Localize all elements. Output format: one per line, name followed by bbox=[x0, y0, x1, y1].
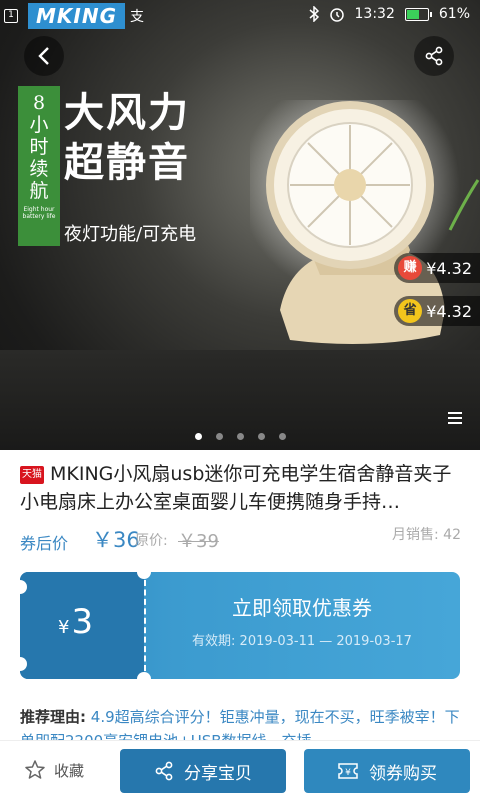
battery-level-fill bbox=[406, 9, 420, 19]
product-image-carousel[interactable]: 1 支 MKING 13:32 61% 8小时续航 Eight hour bat… bbox=[0, 0, 480, 450]
notification-sim-icon: 1 bbox=[4, 9, 18, 23]
battery-life-text: 8小时续航 bbox=[29, 92, 49, 202]
tmall-badge: 天猫 bbox=[20, 466, 44, 484]
coupon-ticket-icon: ¥ bbox=[338, 763, 358, 779]
battery-life-band: 8小时续航 Eight hour battery life bbox=[18, 86, 60, 246]
star-icon bbox=[25, 760, 45, 779]
carousel-dot[interactable] bbox=[236, 433, 244, 440]
save-badge: 省 bbox=[398, 299, 423, 323]
product-title-text: MKING小风扇usb迷你可充电学生宿舍静音夹子小电扇床上办公室桌面婴儿车便携随… bbox=[20, 463, 452, 513]
bottom-action-bar: 收藏 分享宝贝 ¥ 领券购买 bbox=[0, 740, 480, 800]
battery-percent: 61% bbox=[438, 6, 470, 22]
share-icon bbox=[425, 46, 443, 66]
share-button[interactable] bbox=[414, 36, 454, 76]
product-title: 天猫 MKING小风扇usb迷你可充电学生宿舍静音夹子小电扇床上办公室桌面婴儿车便… bbox=[20, 460, 465, 516]
buy-with-coupon-label: 领券购买 bbox=[369, 763, 437, 784]
recommend-reason-label: 推荐理由: bbox=[20, 708, 86, 726]
share-icon bbox=[155, 761, 173, 781]
earn-badge: 赚 bbox=[398, 256, 423, 280]
carousel-dot[interactable] bbox=[257, 433, 265, 440]
poster-headline-line2: 超静音 bbox=[64, 139, 190, 186]
share-product-label: 分享宝贝 bbox=[184, 763, 252, 784]
coupon-amount-panel: ¥3 bbox=[20, 572, 144, 679]
monthly-sales: 月销售: 42 bbox=[392, 527, 461, 543]
chevron-left-icon bbox=[38, 47, 49, 65]
coupon-price: ￥36 bbox=[92, 528, 140, 552]
battery-life-english: Eight hour battery life bbox=[22, 206, 56, 220]
poster-headline-line1: 大风力 bbox=[64, 89, 190, 136]
share-product-button[interactable]: 分享宝贝 bbox=[120, 749, 286, 793]
coupon-card[interactable]: ¥3 立即领取优惠券 有效期: 2019-03-11 — 2019-03-17 bbox=[20, 572, 460, 679]
alarm-icon bbox=[329, 8, 344, 22]
coupon-amount: ¥3 bbox=[58, 602, 93, 642]
carousel-dot[interactable] bbox=[215, 433, 223, 440]
commission-tag[interactable]: 赚 ¥4.32 bbox=[394, 253, 480, 283]
original-price-label: 原价: bbox=[135, 533, 168, 549]
battery-icon bbox=[404, 7, 432, 21]
back-button[interactable] bbox=[24, 36, 64, 76]
earn-amount: ¥4.32 bbox=[426, 258, 472, 278]
carousel-dot[interactable] bbox=[194, 433, 202, 440]
savings-tag[interactable]: 省 ¥4.32 bbox=[394, 296, 480, 326]
recommend-reason-text: 4.9超高综合评分！钜惠冲量，现在不买，旺季被宰！下单即配2200毫安锂电池+U… bbox=[20, 708, 460, 741]
status-system-icons: 13:32 61% bbox=[309, 6, 470, 22]
coupon-amount-value: 3 bbox=[71, 602, 94, 642]
coupon-notch bbox=[137, 672, 151, 679]
poster-subtitle: 夜灯功能/可充电 bbox=[64, 224, 197, 245]
svg-text:¥: ¥ bbox=[345, 768, 351, 778]
fan-product-image bbox=[250, 100, 480, 344]
bluetooth-icon bbox=[309, 6, 319, 22]
brand-overlay-badge: MKING bbox=[28, 3, 125, 29]
menu-icon[interactable] bbox=[448, 412, 462, 426]
favorite-button[interactable]: 收藏 bbox=[24, 759, 84, 781]
coupon-validity: 有效期: 2019-03-11 — 2019-03-17 bbox=[192, 634, 412, 649]
claim-coupon-button[interactable]: 立即领取优惠券 bbox=[144, 592, 460, 621]
coupon-currency: ¥ bbox=[58, 617, 70, 638]
buy-with-coupon-button[interactable]: ¥ 领券购买 bbox=[304, 749, 470, 793]
alipay-notification-icon: 支 bbox=[130, 9, 144, 25]
recommend-reason: 推荐理由: 4.9超高综合评分！钜惠冲量，现在不买，旺季被宰！下单即配2200毫… bbox=[20, 705, 460, 741]
poster-headline: 大风力 超静音 bbox=[64, 88, 190, 188]
price-row: 券后价 ￥36 原价: ￥39 月销售: 42 bbox=[20, 522, 465, 553]
carousel-dot[interactable] bbox=[278, 433, 286, 440]
original-price: ￥39 bbox=[178, 531, 219, 552]
save-amount: ¥4.32 bbox=[426, 301, 472, 321]
clock-time: 13:32 bbox=[354, 6, 395, 22]
status-bar: 1 支 MKING 13:32 61% bbox=[0, 0, 480, 30]
favorite-label: 收藏 bbox=[54, 761, 85, 780]
coupon-price-label: 券后价 bbox=[20, 534, 69, 553]
carousel-indicator bbox=[0, 433, 480, 440]
